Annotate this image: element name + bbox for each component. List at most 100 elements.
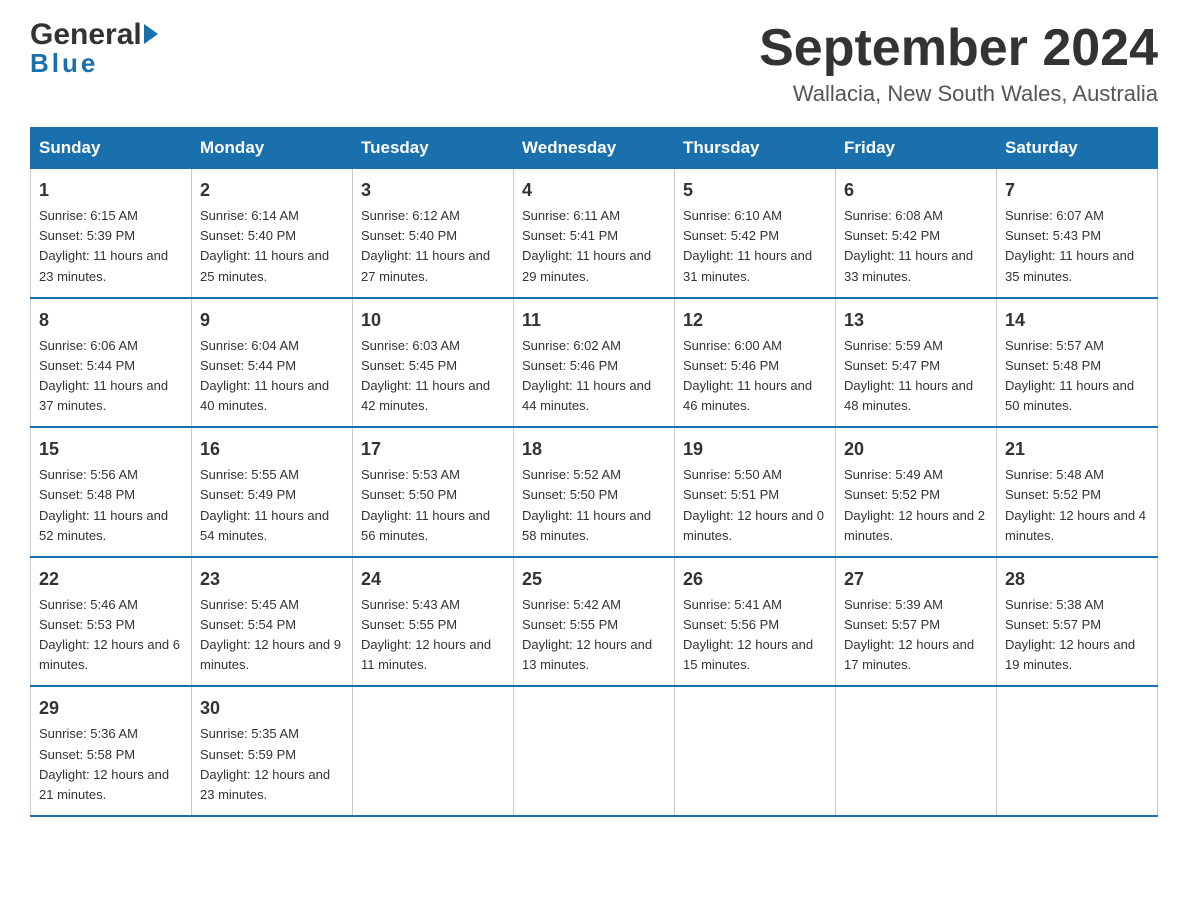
sunrise-label: Sunrise: 5:57 AM (1005, 338, 1104, 353)
sunrise-label: Sunrise: 6:08 AM (844, 208, 943, 223)
sunset-label: Sunset: 5:55 PM (361, 617, 457, 632)
sunset-label: Sunset: 5:47 PM (844, 358, 940, 373)
sunrise-label: Sunrise: 5:59 AM (844, 338, 943, 353)
daylight-label: Daylight: 11 hours and 54 minutes. (200, 508, 329, 543)
sunrise-label: Sunrise: 6:02 AM (522, 338, 621, 353)
sunset-label: Sunset: 5:55 PM (522, 617, 618, 632)
sunrise-label: Sunrise: 5:56 AM (39, 467, 138, 482)
col-thursday: Thursday (675, 128, 836, 169)
day-number: 25 (522, 566, 666, 593)
day-number: 29 (39, 695, 183, 722)
sunrise-label: Sunrise: 6:00 AM (683, 338, 782, 353)
day-number: 15 (39, 436, 183, 463)
day-info: Sunrise: 6:11 AM Sunset: 5:41 PM Dayligh… (522, 206, 666, 287)
calendar-cell: 17 Sunrise: 5:53 AM Sunset: 5:50 PM Dayl… (353, 427, 514, 557)
calendar-cell: 6 Sunrise: 6:08 AM Sunset: 5:42 PM Dayli… (836, 169, 997, 298)
calendar-cell: 13 Sunrise: 5:59 AM Sunset: 5:47 PM Dayl… (836, 298, 997, 428)
day-number: 26 (683, 566, 827, 593)
day-number: 6 (844, 177, 988, 204)
sunset-label: Sunset: 5:48 PM (1005, 358, 1101, 373)
calendar-cell: 28 Sunrise: 5:38 AM Sunset: 5:57 PM Dayl… (997, 557, 1158, 687)
sunset-label: Sunset: 5:50 PM (361, 487, 457, 502)
daylight-label: Daylight: 12 hours and 0 minutes. (683, 508, 824, 543)
daylight-label: Daylight: 11 hours and 35 minutes. (1005, 248, 1134, 283)
day-info: Sunrise: 6:04 AM Sunset: 5:44 PM Dayligh… (200, 336, 344, 417)
col-saturday: Saturday (997, 128, 1158, 169)
day-number: 23 (200, 566, 344, 593)
sunset-label: Sunset: 5:42 PM (844, 228, 940, 243)
logo-general-text: General (30, 20, 158, 50)
sunset-label: Sunset: 5:58 PM (39, 747, 135, 762)
title-area: September 2024 Wallacia, New South Wales… (759, 20, 1158, 107)
calendar-cell: 11 Sunrise: 6:02 AM Sunset: 5:46 PM Dayl… (514, 298, 675, 428)
col-sunday: Sunday (31, 128, 192, 169)
calendar-week-row: 15 Sunrise: 5:56 AM Sunset: 5:48 PM Dayl… (31, 427, 1158, 557)
calendar-cell: 5 Sunrise: 6:10 AM Sunset: 5:42 PM Dayli… (675, 169, 836, 298)
calendar-cell: 19 Sunrise: 5:50 AM Sunset: 5:51 PM Dayl… (675, 427, 836, 557)
sunset-label: Sunset: 5:56 PM (683, 617, 779, 632)
sunset-label: Sunset: 5:45 PM (361, 358, 457, 373)
day-info: Sunrise: 5:41 AM Sunset: 5:56 PM Dayligh… (683, 595, 827, 676)
col-tuesday: Tuesday (353, 128, 514, 169)
sunrise-label: Sunrise: 6:06 AM (39, 338, 138, 353)
day-info: Sunrise: 6:03 AM Sunset: 5:45 PM Dayligh… (361, 336, 505, 417)
sunrise-label: Sunrise: 6:11 AM (522, 208, 620, 223)
sunset-label: Sunset: 5:54 PM (200, 617, 296, 632)
sunrise-label: Sunrise: 6:12 AM (361, 208, 460, 223)
sunrise-label: Sunrise: 5:36 AM (39, 726, 138, 741)
calendar-cell: 26 Sunrise: 5:41 AM Sunset: 5:56 PM Dayl… (675, 557, 836, 687)
calendar-cell: 22 Sunrise: 5:46 AM Sunset: 5:53 PM Dayl… (31, 557, 192, 687)
sunrise-label: Sunrise: 5:42 AM (522, 597, 621, 612)
calendar-cell: 15 Sunrise: 5:56 AM Sunset: 5:48 PM Dayl… (31, 427, 192, 557)
calendar-cell: 16 Sunrise: 5:55 AM Sunset: 5:49 PM Dayl… (192, 427, 353, 557)
calendar-cell: 24 Sunrise: 5:43 AM Sunset: 5:55 PM Dayl… (353, 557, 514, 687)
daylight-label: Daylight: 12 hours and 13 minutes. (522, 637, 652, 672)
logo-arrow-icon (144, 24, 158, 44)
sunrise-label: Sunrise: 5:43 AM (361, 597, 460, 612)
day-number: 13 (844, 307, 988, 334)
day-info: Sunrise: 6:12 AM Sunset: 5:40 PM Dayligh… (361, 206, 505, 287)
day-info: Sunrise: 6:10 AM Sunset: 5:42 PM Dayligh… (683, 206, 827, 287)
sunset-label: Sunset: 5:39 PM (39, 228, 135, 243)
day-info: Sunrise: 6:07 AM Sunset: 5:43 PM Dayligh… (1005, 206, 1149, 287)
day-info: Sunrise: 5:52 AM Sunset: 5:50 PM Dayligh… (522, 465, 666, 546)
daylight-label: Daylight: 11 hours and 52 minutes. (39, 508, 168, 543)
calendar-cell: 21 Sunrise: 5:48 AM Sunset: 5:52 PM Dayl… (997, 427, 1158, 557)
sunrise-label: Sunrise: 6:14 AM (200, 208, 299, 223)
sunset-label: Sunset: 5:52 PM (844, 487, 940, 502)
day-info: Sunrise: 6:15 AM Sunset: 5:39 PM Dayligh… (39, 206, 183, 287)
sunset-label: Sunset: 5:44 PM (200, 358, 296, 373)
daylight-label: Daylight: 11 hours and 27 minutes. (361, 248, 490, 283)
day-number: 19 (683, 436, 827, 463)
calendar-cell: 9 Sunrise: 6:04 AM Sunset: 5:44 PM Dayli… (192, 298, 353, 428)
day-number: 14 (1005, 307, 1149, 334)
sunrise-label: Sunrise: 5:39 AM (844, 597, 943, 612)
sunrise-label: Sunrise: 5:35 AM (200, 726, 299, 741)
daylight-label: Daylight: 11 hours and 31 minutes. (683, 248, 812, 283)
day-number: 12 (683, 307, 827, 334)
calendar-cell: 4 Sunrise: 6:11 AM Sunset: 5:41 PM Dayli… (514, 169, 675, 298)
sunrise-label: Sunrise: 5:41 AM (683, 597, 782, 612)
day-number: 5 (683, 177, 827, 204)
sunrise-label: Sunrise: 6:15 AM (39, 208, 138, 223)
calendar-cell: 3 Sunrise: 6:12 AM Sunset: 5:40 PM Dayli… (353, 169, 514, 298)
sunset-label: Sunset: 5:41 PM (522, 228, 618, 243)
day-info: Sunrise: 6:08 AM Sunset: 5:42 PM Dayligh… (844, 206, 988, 287)
daylight-label: Daylight: 12 hours and 19 minutes. (1005, 637, 1135, 672)
day-info: Sunrise: 5:49 AM Sunset: 5:52 PM Dayligh… (844, 465, 988, 546)
day-info: Sunrise: 5:55 AM Sunset: 5:49 PM Dayligh… (200, 465, 344, 546)
calendar-cell (675, 686, 836, 816)
day-number: 1 (39, 177, 183, 204)
calendar-cell: 14 Sunrise: 5:57 AM Sunset: 5:48 PM Dayl… (997, 298, 1158, 428)
calendar-cell: 20 Sunrise: 5:49 AM Sunset: 5:52 PM Dayl… (836, 427, 997, 557)
sunset-label: Sunset: 5:50 PM (522, 487, 618, 502)
sunrise-label: Sunrise: 5:50 AM (683, 467, 782, 482)
day-number: 22 (39, 566, 183, 593)
sunrise-label: Sunrise: 5:46 AM (39, 597, 138, 612)
day-number: 30 (200, 695, 344, 722)
day-info: Sunrise: 6:06 AM Sunset: 5:44 PM Dayligh… (39, 336, 183, 417)
day-info: Sunrise: 6:00 AM Sunset: 5:46 PM Dayligh… (683, 336, 827, 417)
daylight-label: Daylight: 11 hours and 40 minutes. (200, 378, 329, 413)
sunset-label: Sunset: 5:42 PM (683, 228, 779, 243)
day-number: 2 (200, 177, 344, 204)
